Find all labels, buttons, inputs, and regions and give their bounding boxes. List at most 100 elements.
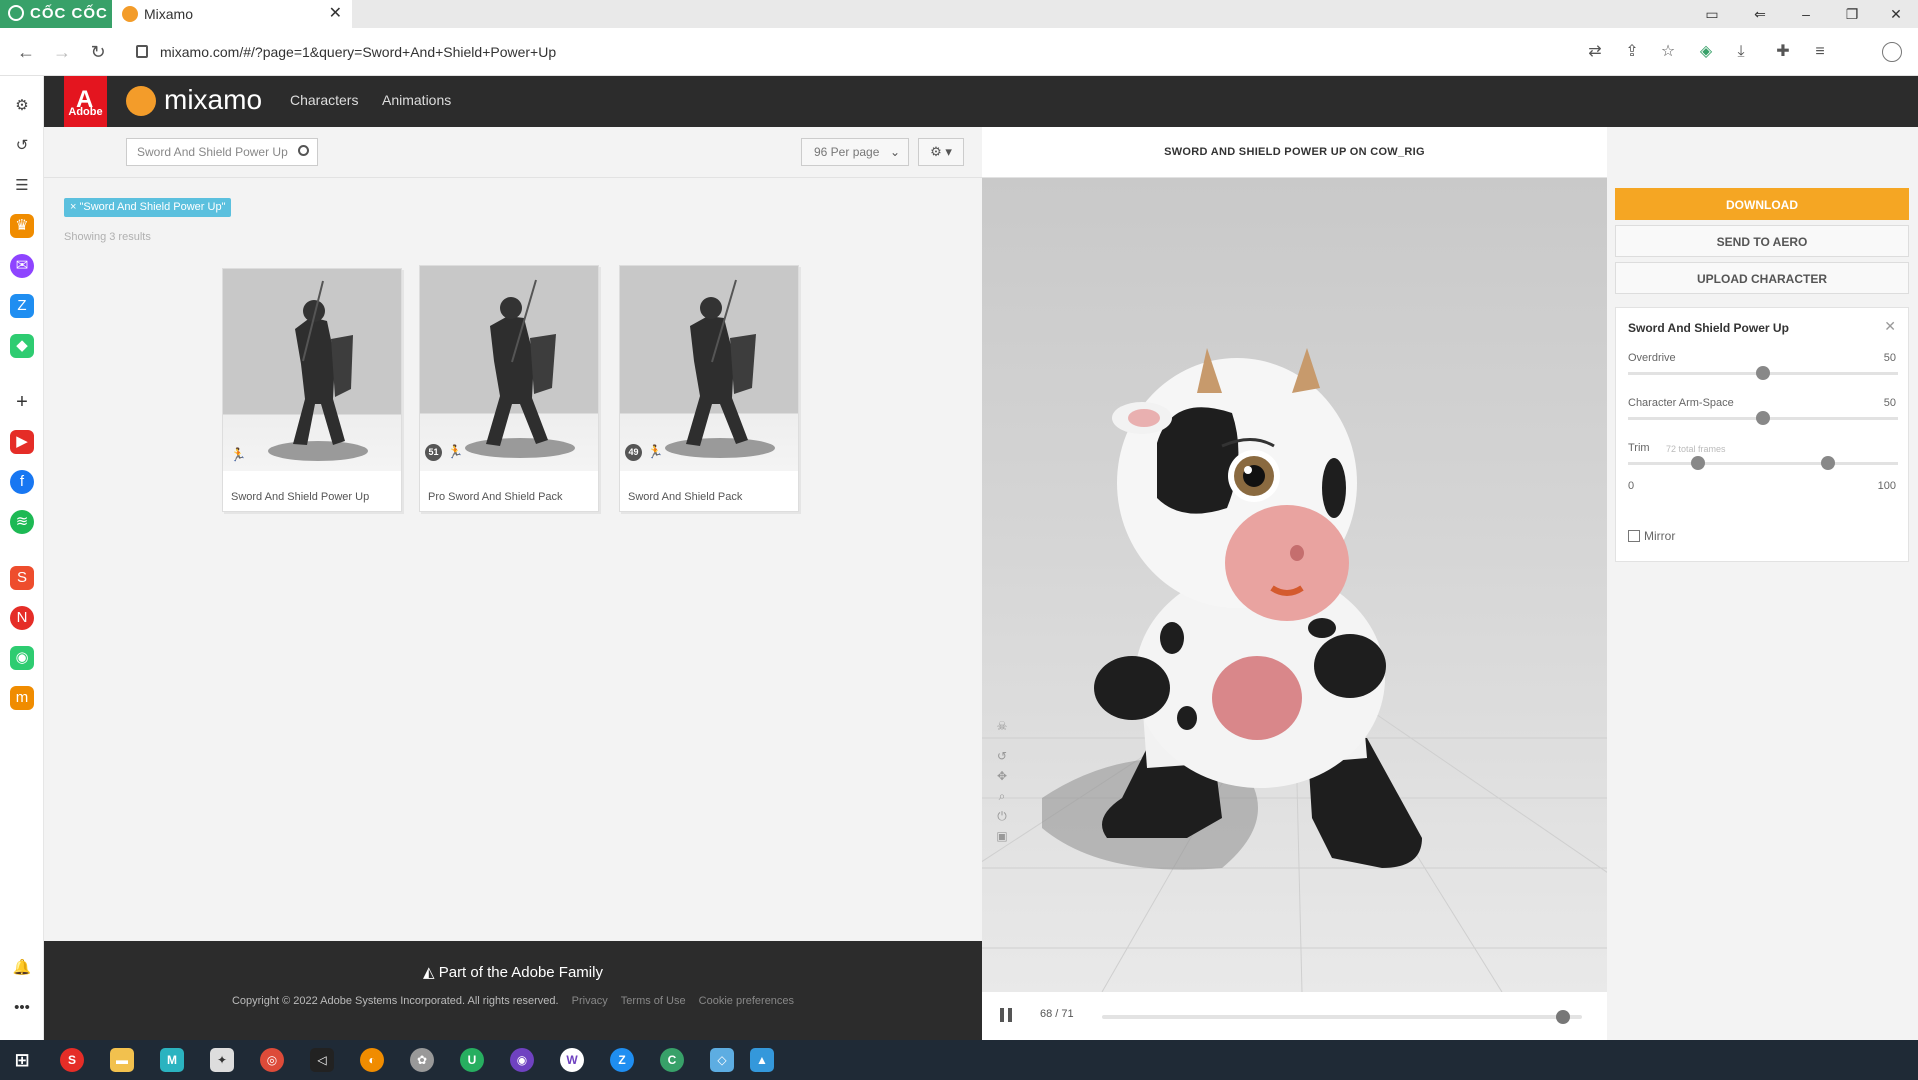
reset-view-icon[interactable]: ↺ [994, 748, 1010, 764]
animation-pack-card[interactable]: 51 🏃 Pro Sword And Shield Pack [419, 265, 599, 512]
extensions-puzzle-icon[interactable]: ✚ [1773, 42, 1793, 62]
mirror-checkbox[interactable] [1628, 530, 1640, 542]
more-dots-icon[interactable]: ••• [10, 996, 34, 1020]
photos-icon[interactable]: ▲ [750, 1048, 774, 1072]
armspace-slider-knob[interactable] [1756, 411, 1770, 425]
minimize-button[interactable]: – [1784, 0, 1828, 28]
coccoc-logo-icon [8, 5, 24, 21]
overdrive-value: 50 [1883, 352, 1896, 364]
shield-extension-icon[interactable]: ◈ [1696, 42, 1716, 62]
zalo-taskbar-icon[interactable]: Z [610, 1048, 634, 1072]
playback-bar: 68 / 71 [982, 992, 1607, 1040]
send-to-aero-button[interactable]: SEND TO AERO [1615, 225, 1909, 257]
trim-slider[interactable] [1628, 456, 1898, 470]
upload-character-button[interactable]: UPLOAD CHARACTER [1615, 262, 1909, 294]
youtube-icon[interactable]: ▶ [10, 430, 34, 454]
profile-avatar-icon[interactable] [1882, 42, 1902, 62]
search-filter-tag[interactable]: × "Sword And Shield Power Up" [64, 198, 232, 217]
screenshot-icon[interactable]: ▭ [1690, 0, 1734, 28]
trim-end-knob[interactable] [1821, 456, 1835, 470]
history-icon[interactable]: ↺ [10, 134, 34, 158]
translate-icon[interactable]: ⇄ [1585, 42, 1605, 62]
news-icon[interactable]: N [10, 606, 34, 630]
nav-animations[interactable]: Animations [382, 92, 451, 108]
reload-icon[interactable]: ↻ [84, 38, 112, 66]
bookmark-star-icon[interactable]: ☆ [1658, 42, 1678, 62]
zoom-icon[interactable]: ⌕ [994, 788, 1010, 804]
animation-pack-card[interactable]: 49 🏃 Sword And Shield Pack [619, 265, 799, 512]
zalo-icon[interactable]: Z [10, 294, 34, 318]
overdrive-label: Overdrive [1628, 352, 1676, 364]
camera-icon[interactable]: ▣ [994, 828, 1010, 844]
pan-icon[interactable]: ✥ [994, 768, 1010, 784]
add-panel-icon[interactable]: + [10, 390, 34, 414]
settings-gear-icon[interactable]: ⚙ [10, 94, 34, 118]
3d-viewport[interactable]: ☠ ↺ ✥ ⌕ ⏻ ▣ [982, 178, 1607, 992]
download-button[interactable]: DOWNLOAD [1615, 188, 1909, 220]
facebook-icon[interactable]: f [10, 470, 34, 494]
back-list-icon[interactable]: ⇐ [1738, 0, 1782, 28]
coccoc-taskbar-icon[interactable]: C [660, 1048, 684, 1072]
crown-icon[interactable]: ♛ [10, 214, 34, 238]
maya-icon[interactable]: M [160, 1048, 184, 1072]
animation-card[interactable]: 🏃 Sword And Shield Power Up [222, 268, 402, 512]
timeline-scrubber[interactable] [1555, 1010, 1570, 1024]
unity-icon[interactable]: ◁ [310, 1048, 334, 1072]
notes-icon[interactable]: ☰ [10, 174, 34, 198]
mixamo-logo-text[interactable]: mixamo [164, 82, 262, 118]
restore-button[interactable]: ❐ [1830, 0, 1874, 28]
power-icon[interactable]: ⏻ [994, 808, 1010, 824]
privacy-link[interactable]: Privacy [572, 995, 608, 1007]
settings-title: Sword And Shield Power Up [1628, 321, 1789, 335]
github-icon[interactable]: ◉ [510, 1048, 534, 1072]
close-icon[interactable]: ✕ [1884, 318, 1896, 335]
nav-characters[interactable]: Characters [290, 92, 358, 108]
mixamo-runner-icon[interactable] [126, 86, 156, 116]
upwork-icon[interactable]: U [460, 1048, 484, 1072]
skeleton-toggle-icon[interactable]: ☠ [994, 718, 1010, 734]
download-icon[interactable]: ⤓ [1731, 42, 1751, 62]
file-explorer-icon[interactable]: ▬ [110, 1048, 134, 1072]
coccoc-brand[interactable]: CỐC CỐC [0, 0, 112, 28]
sculpt-app-icon[interactable]: ✦ [210, 1048, 234, 1072]
back-arrow-icon[interactable]: ← [12, 38, 40, 66]
armspace-value: 50 [1883, 397, 1896, 409]
app-brain-icon[interactable]: ✿ [410, 1048, 434, 1072]
shopee-icon[interactable]: S [10, 566, 34, 590]
animation-type-icon: 🏃 [230, 447, 247, 462]
windows-start-icon[interactable]: ⊞ [10, 1048, 34, 1072]
mining-icon[interactable]: m [10, 686, 34, 710]
frame-counter: 68 / 71 [1040, 1008, 1074, 1020]
forward-arrow-icon[interactable]: → [48, 38, 76, 66]
window-close-button[interactable]: ✕ [1874, 0, 1918, 28]
search-icon[interactable] [298, 145, 309, 156]
view-settings-button[interactable]: ⚙ ▾ [918, 138, 964, 166]
messenger-icon[interactable]: ✉ [10, 254, 34, 278]
app-w-icon[interactable]: W [560, 1048, 584, 1072]
spotify-icon[interactable]: ≋ [10, 510, 34, 534]
tab-mixamo[interactable]: Mixamo ✕ [112, 0, 352, 28]
armspace-slider[interactable] [1628, 411, 1898, 425]
timeline-track[interactable] [1102, 1010, 1582, 1024]
overdrive-slider-knob[interactable] [1756, 366, 1770, 380]
chrome-icon[interactable]: ◎ [260, 1048, 284, 1072]
animation-thumbnail [620, 266, 798, 471]
map-pin-icon[interactable]: ◉ [10, 646, 34, 670]
app-red-icon[interactable]: S [60, 1048, 84, 1072]
share-icon[interactable]: ⇪ [1622, 42, 1642, 62]
animation-thumbnail [223, 269, 401, 471]
reading-list-icon[interactable]: ≡ [1810, 42, 1830, 62]
tab-close-icon[interactable]: ✕ [329, 0, 342, 28]
per-page-select[interactable]: 96 Per page ⌄ [801, 138, 909, 166]
cookie-preferences-link[interactable]: Cookie preferences [699, 995, 794, 1007]
blender-icon[interactable]: ◐ [360, 1048, 384, 1072]
trim-start-knob[interactable] [1691, 456, 1705, 470]
url-field[interactable]: mixamo.com/#/?page=1&query=Sword+And+Shi… [130, 40, 1330, 64]
terms-link[interactable]: Terms of Use [621, 995, 686, 1007]
search-input[interactable]: Sword And Shield Power Up [126, 138, 318, 166]
game-controller-icon[interactable]: ◆ [10, 334, 34, 358]
app-blue-icon[interactable]: ◇ [710, 1048, 734, 1072]
overdrive-slider[interactable] [1628, 366, 1898, 380]
notification-bell-icon[interactable]: 🔔 [10, 956, 34, 980]
pause-icon[interactable] [1000, 1008, 1012, 1022]
